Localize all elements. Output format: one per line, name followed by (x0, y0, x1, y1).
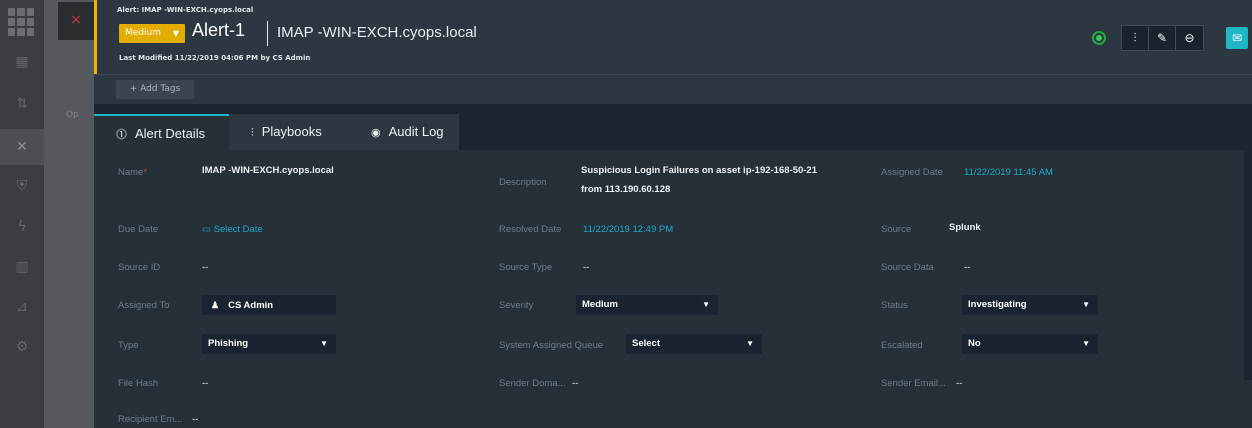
name-label: Name* (118, 167, 148, 178)
playbook-icon[interactable]: ⫶ (1122, 26, 1149, 50)
severity-dropdown[interactable]: Medium ▼ (119, 24, 185, 43)
breadcrumb: Alert: IMAP -WIN-EXCH.cyops.local (117, 6, 254, 14)
severity-label: Severity (499, 300, 534, 311)
tab-label: Alert Details (135, 126, 206, 141)
assigned-to-label: Assigned To (118, 300, 170, 311)
file-hash-value[interactable]: -- (202, 378, 208, 389)
playbook-icon: ⫶ (251, 127, 254, 139)
tab-label: Playbooks (261, 124, 322, 139)
sender-domain-label: Sender Doma... (499, 378, 566, 389)
status-select[interactable]: Investigating ▼ (962, 295, 1098, 315)
chevron-down-icon: ▼ (746, 339, 754, 348)
severity-select[interactable]: Medium ▼ (576, 295, 718, 315)
source-value[interactable]: Splunk (949, 222, 981, 233)
alert-modal: Alert: IMAP -WIN-EXCH.cyops.local Medium… (94, 0, 1252, 428)
source-id-label: Source ID (118, 262, 161, 273)
assigned-to-picker[interactable]: ♟ CS Admin (202, 295, 336, 315)
resolved-date-label: Resolved Date (499, 224, 562, 235)
calendar-icon: ▭ (202, 224, 214, 235)
sender-domain-value[interactable]: -- (572, 378, 578, 389)
alert-details-panel: Name* IMAP -WIN-EXCH.cyops.local Descrip… (94, 150, 1252, 428)
source-id-value[interactable]: -- (202, 262, 208, 273)
settings-icon[interactable]: ⚙ (12, 337, 32, 357)
name-value[interactable]: IMAP -WIN-EXCH.cyops.local (202, 165, 334, 176)
add-tags-button[interactable]: + Add Tags (116, 80, 194, 99)
resolved-date-value[interactable]: 11/22/2019 12:49 PM (583, 224, 673, 235)
lightning-icon[interactable]: ϟ (12, 217, 32, 237)
chevron-down-icon: ▼ (1082, 300, 1090, 309)
left-nav-rail: ▦ ⇅ ✕ ⛨ ϟ ▥ ⊿ ⚙ (0, 0, 44, 428)
status-label: Status (881, 300, 908, 311)
file-hash-label: File Hash (118, 378, 159, 389)
chevron-down-icon: ▼ (172, 29, 179, 38)
source-type-value[interactable]: -- (583, 262, 589, 273)
page-title: Alert-1 (192, 20, 246, 40)
type-select[interactable]: Phishing ▼ (202, 334, 336, 354)
due-date-picker[interactable]: ▭ Select Date (202, 224, 263, 235)
user-icon: ♟ (211, 300, 220, 310)
queue-select[interactable]: Select ▼ (626, 334, 762, 354)
recipient-email-value[interactable]: -- (192, 414, 198, 425)
alert-header: Alert: IMAP -WIN-EXCH.cyops.local Medium… (94, 0, 1252, 74)
edit-pencil-icon[interactable]: ✎ (1149, 26, 1176, 50)
escalated-select[interactable]: No ▼ (962, 334, 1098, 354)
chart-icon[interactable]: ⊿ (12, 297, 32, 317)
page-subtitle: IMAP -WIN-EXCH.cyops.local (277, 24, 477, 41)
title-divider (267, 21, 268, 46)
background-partial-text: Op (66, 110, 79, 120)
description-label: Description (499, 177, 547, 188)
workflow-icon[interactable]: ⇅ (12, 94, 32, 114)
dashboard-icon[interactable]: ▦ (12, 52, 32, 72)
severity-label: Medium (125, 28, 161, 38)
description-line1[interactable]: Suspicious Login Failures on asset ip-19… (581, 165, 817, 176)
recipient-email-label: Recipient Em... (118, 414, 183, 425)
source-data-label: Source Data (881, 262, 934, 273)
logo-icon (8, 8, 34, 36)
shield-icon[interactable]: ⛨ (12, 176, 32, 196)
source-label: Source (881, 224, 912, 235)
scrollbar[interactable] (1244, 150, 1252, 380)
chevron-down-icon: ▼ (702, 300, 710, 309)
tab-bar: ⓵ Alert Details ⫶ Playbooks ◉ Audit Log (94, 114, 1252, 150)
tab-audit-log[interactable]: ◉ Audit Log (349, 114, 459, 150)
sender-email-label: Sender Email... (881, 378, 946, 389)
sender-email-value[interactable]: -- (956, 378, 962, 389)
type-label: Type (118, 340, 139, 351)
escalated-label: Escalated (881, 340, 923, 351)
tab-label: Audit Log (388, 124, 444, 139)
source-type-label: Source Type (499, 262, 553, 273)
tab-playbooks[interactable]: ⫶ Playbooks (229, 114, 349, 150)
last-modified-text: Last Modified 11/22/2019 04:06 PM by CS … (119, 54, 311, 62)
header-toolbar: ⫶ ✎ ⊖ (1121, 25, 1204, 51)
source-data-value[interactable]: -- (964, 262, 970, 273)
eye-icon: ◉ (371, 127, 381, 139)
chevron-down-icon: ▼ (1082, 339, 1090, 348)
tags-bar: + Add Tags (94, 74, 1252, 104)
shuffle-icon[interactable]: ✕ (0, 129, 44, 165)
online-status-icon (1092, 31, 1106, 45)
info-icon: ⓵ (116, 129, 127, 141)
chat-icon[interactable]: ✉ (1226, 27, 1248, 49)
description-line2[interactable]: from 113.190.60.128 (581, 184, 670, 195)
chevron-down-icon: ▼ (320, 339, 328, 348)
queue-label: System Assigned Queue (499, 340, 604, 351)
tab-alert-details[interactable]: ⓵ Alert Details (94, 114, 229, 150)
link-icon[interactable]: ⊖ (1176, 26, 1203, 50)
assigned-date-value[interactable]: 11/22/2019 11:45 AM (964, 167, 1053, 178)
close-icon[interactable]: × (58, 2, 94, 40)
background-page: × (44, 0, 94, 428)
due-date-label: Due Date (118, 224, 159, 235)
assigned-date-label: Assigned Date (881, 167, 943, 178)
briefcase-icon[interactable]: ▥ (12, 257, 32, 277)
